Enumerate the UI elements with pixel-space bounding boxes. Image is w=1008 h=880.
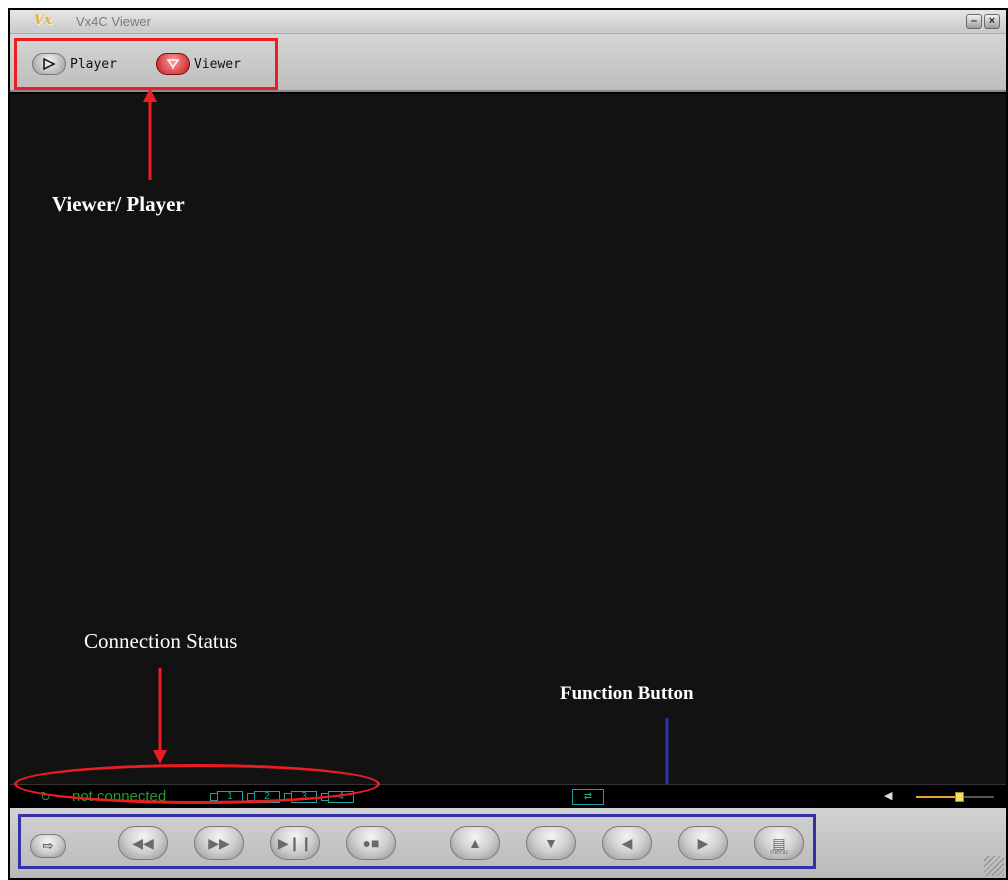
connection-status-annotation: Connection Status xyxy=(84,629,238,653)
pan-right-icon[interactable]: ▶ xyxy=(678,826,728,860)
app-logo-icon: Vx xyxy=(34,13,52,28)
fast-forward-icon[interactable]: ▶▶ xyxy=(194,826,244,860)
viewer-player-annotation: Viewer/ Player xyxy=(52,192,185,216)
play-pause-icon[interactable]: ▶❙❙ xyxy=(270,826,320,860)
record-stop-icon[interactable]: ●■ xyxy=(346,826,396,860)
close-button[interactable]: × xyxy=(984,14,1000,29)
resize-grip-icon[interactable] xyxy=(984,856,1004,876)
pan-left-icon[interactable]: ◀ xyxy=(602,826,652,860)
title-bar: Vx Vx4C Viewer – × xyxy=(10,10,1006,34)
minimize-button[interactable]: – xyxy=(966,14,982,29)
window-title: Vx4C Viewer xyxy=(76,14,151,29)
speaker-icon[interactable]: ◀︎ xyxy=(884,789,892,802)
viewer-player-arrow xyxy=(143,88,157,180)
network-icon: ⇄ xyxy=(572,789,604,805)
volume-thumb[interactable] xyxy=(954,792,964,802)
menu-icon[interactable]: ▤ menu xyxy=(754,826,804,860)
viewer-player-highlight-box xyxy=(14,38,278,90)
arrow-right-icon[interactable]: ⇨ xyxy=(30,834,66,858)
volume-slider[interactable] xyxy=(916,792,994,802)
connection-status-highlight-ellipse xyxy=(14,764,380,804)
function-button-annotation: Function Button xyxy=(560,683,694,704)
rewind-icon[interactable]: ◀◀ xyxy=(118,826,168,860)
connection-status-arrow xyxy=(153,668,167,764)
tilt-down-icon[interactable]: ▼ xyxy=(526,826,576,860)
tilt-up-icon[interactable]: ▲ xyxy=(450,826,500,860)
volume-fill xyxy=(916,796,959,798)
